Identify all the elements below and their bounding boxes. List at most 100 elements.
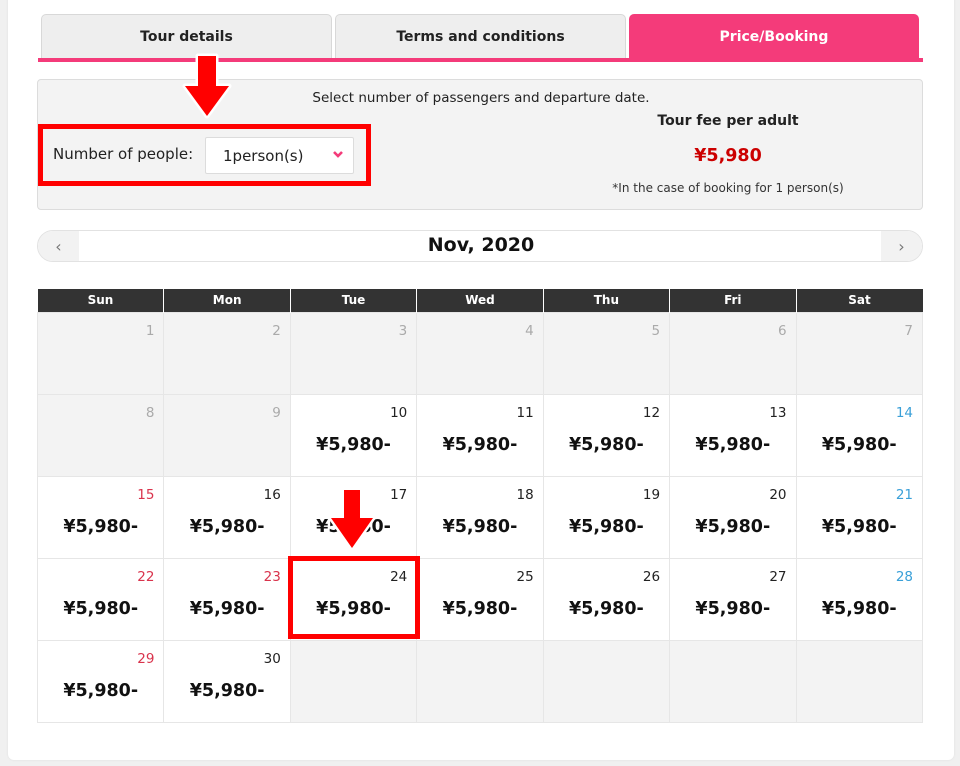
calendar-week-row: 1 2 3 4 5 6 7: [36, 311, 924, 395]
tab-terms-and-conditions[interactable]: Terms and conditions: [335, 14, 626, 58]
calendar-week-row: 15 ¥5,980- 16 ¥5,980- 17 ¥5,980- 18 ¥5,980- 19 ¥5…: [36, 475, 924, 559]
month-navigation: Nov, 2020 ‹ ›: [37, 230, 923, 262]
calendar-day-27[interactable]: 27 ¥5,980-: [669, 557, 797, 641]
day-price: ¥5,980-: [189, 516, 265, 537]
weekday-sat: Sat: [795, 289, 923, 312]
tab-underline: [38, 58, 923, 62]
tab-bar: Tour details Terms and conditions Price/…: [38, 14, 923, 62]
chevron-right-icon: ›: [898, 236, 905, 256]
day-price: ¥5,980-: [63, 680, 139, 701]
day-number: 14: [895, 404, 913, 421]
day-price: ¥5,980-: [442, 516, 518, 537]
day-price: ¥5,980-: [316, 434, 391, 455]
day-number: 8: [145, 404, 155, 421]
day-price: ¥5,980-: [695, 434, 771, 455]
day-price: ¥5,980-: [569, 434, 644, 455]
day-number: 30: [263, 650, 281, 667]
calendar-day-26[interactable]: 26 ¥5,980-: [542, 557, 671, 641]
highlight-day-24: [288, 556, 420, 639]
calendar-day-15[interactable]: 15 ¥5,980-: [36, 475, 165, 559]
day-price: ¥5,980-: [189, 598, 265, 619]
chevron-left-icon: ‹: [55, 236, 62, 256]
tab-price-booking[interactable]: Price/Booking: [629, 14, 919, 58]
calendar-day-12[interactable]: 12 ¥5,980-: [542, 393, 671, 477]
calendar-empty-cell: [416, 639, 544, 723]
calendar-day-8: 8: [36, 393, 165, 477]
day-price: ¥5,980-: [63, 598, 139, 619]
calendar-day-13[interactable]: 13 ¥5,980-: [669, 393, 797, 477]
arrow-down-icon: [182, 53, 232, 119]
calendar-day-9: 9: [163, 393, 291, 477]
day-number: 2: [272, 322, 281, 339]
day-number: 9: [272, 404, 281, 421]
calendar-day-11[interactable]: 11 ¥5,980-: [416, 393, 544, 477]
calendar-day-4: 4: [416, 311, 544, 395]
calendar-day-7: 7: [795, 311, 924, 395]
day-number: 29: [137, 650, 155, 667]
calendar-day-18[interactable]: 18 ¥5,980-: [416, 475, 544, 559]
weekday-fri: Fri: [669, 289, 797, 312]
calendar-day-21[interactable]: 21 ¥5,980-: [795, 475, 924, 559]
calendar-day-16[interactable]: 16 ¥5,980-: [163, 475, 291, 559]
calendar-grid: Sun Mon Tue Wed Thu Fri Sat 1 2 3 4 5 6 7 8 9 10 ¥5,980-…: [36, 289, 924, 723]
calendar-day-5: 5: [542, 311, 671, 395]
day-number: 26: [642, 568, 661, 585]
arrow-down-icon: [328, 487, 376, 551]
day-number: 5: [651, 322, 661, 339]
day-number: 17: [390, 486, 408, 503]
calendar-day-22[interactable]: 22 ¥5,980-: [36, 557, 165, 641]
calendar-day-29[interactable]: 29 ¥5,980-: [36, 639, 165, 723]
day-price: ¥5,980-: [569, 598, 644, 619]
day-price: ¥5,980-: [442, 434, 518, 455]
day-number: 16: [263, 486, 281, 503]
day-number: 28: [895, 568, 913, 585]
weekday-sun: Sun: [37, 289, 164, 312]
calendar-day-28[interactable]: 28 ¥5,980-: [795, 557, 924, 641]
weekday-header-row: Sun Mon Tue Wed Thu Fri Sat: [37, 289, 923, 312]
calendar-day-6: 6: [669, 311, 797, 395]
calendar-week-row: 22 ¥5,980- 23 ¥5,980- 24 ¥5,980- 25 ¥5,980- 26 ¥5…: [36, 557, 924, 641]
day-number: 20: [769, 486, 787, 503]
prev-month-button[interactable]: ‹: [38, 231, 79, 261]
day-price: ¥5,980-: [695, 598, 771, 619]
calendar-week-row: 29 ¥5,980- 30 ¥5,980-: [36, 639, 924, 723]
fee-note: *In the case of booking for 1 person(s): [612, 181, 844, 195]
calendar-empty-cell: [669, 639, 797, 723]
calendar-day-2: 2: [163, 311, 291, 395]
day-number: 12: [642, 404, 661, 421]
day-price: ¥5,980-: [821, 434, 897, 455]
calendar-day-10[interactable]: 10 ¥5,980-: [289, 393, 418, 477]
weekday-tue: Tue: [289, 289, 417, 312]
fee-price: ¥5,980: [694, 146, 762, 166]
day-number: 19: [642, 486, 661, 503]
next-month-button[interactable]: ›: [881, 231, 922, 261]
calendar-body: 1 2 3 4 5 6 7 8 9 10 ¥5,980- 11 ¥5,980- 12 ¥5,980- 13 ¥5…: [36, 311, 924, 723]
calendar-day-3: 3: [289, 311, 418, 395]
month-title: Nov, 2020: [427, 234, 535, 256]
calendar-empty-cell: [289, 639, 418, 723]
day-number: 7: [904, 322, 913, 339]
calendar-week-row: 8 9 10 ¥5,980- 11 ¥5,980- 12 ¥5,980- 13 ¥5,980- 14…: [36, 393, 924, 477]
day-price: ¥5,980-: [63, 516, 139, 537]
calendar-day-19[interactable]: 19 ¥5,980-: [542, 475, 671, 559]
day-price: ¥5,980-: [821, 516, 897, 537]
calendar-empty-cell: [542, 639, 671, 723]
calendar-empty-cell: [795, 639, 924, 723]
day-number: 21: [895, 486, 913, 503]
calendar-day-23[interactable]: 23 ¥5,980-: [163, 557, 291, 641]
day-number: 27: [769, 568, 787, 585]
day-price: ¥5,980-: [189, 680, 265, 701]
calendar-day-14[interactable]: 14 ¥5,980-: [795, 393, 924, 477]
calendar-day-25[interactable]: 25 ¥5,980-: [416, 557, 544, 641]
day-number: 23: [263, 568, 281, 585]
instruction-text: Select number of passengers and departur…: [312, 90, 650, 106]
day-number: 22: [137, 568, 155, 585]
calendar-day-20[interactable]: 20 ¥5,980-: [669, 475, 797, 559]
day-number: 10: [390, 404, 408, 421]
day-number: 3: [398, 322, 408, 339]
day-number: 25: [516, 568, 534, 585]
calendar-day-30[interactable]: 30 ¥5,980-: [163, 639, 291, 723]
calendar-day-1: 1: [36, 311, 165, 395]
day-price: ¥5,980-: [442, 598, 518, 619]
day-number: 1: [145, 322, 155, 339]
